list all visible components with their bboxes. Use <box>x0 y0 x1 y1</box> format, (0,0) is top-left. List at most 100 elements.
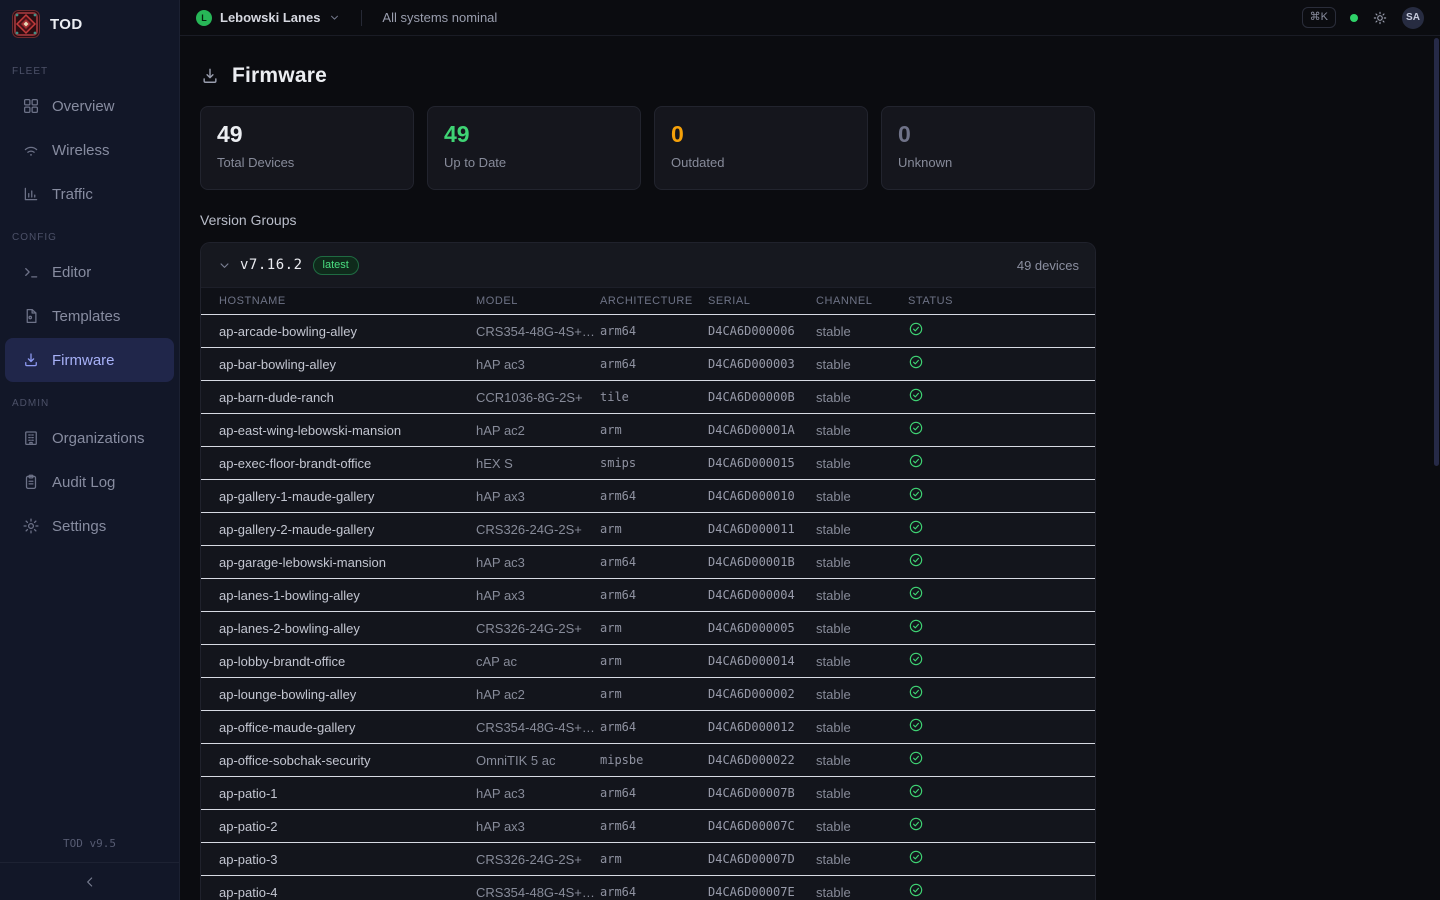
command-palette-shortcut[interactable]: ⌘K <box>1302 7 1336 27</box>
building-icon <box>22 429 40 447</box>
serial-cell: D4CA6D000012 <box>708 720 816 734</box>
sidebar-item-overview[interactable]: Overview <box>5 84 174 128</box>
hostname-cell: ap-patio-3 <box>219 852 476 867</box>
version-group-header[interactable]: v7.16.2 latest 49 devices <box>201 243 1095 287</box>
stat-value: 0 <box>898 122 1078 147</box>
table-row[interactable]: ap-arcade-bowling-alleyCRS354-48G-4S+…ar… <box>201 315 1095 348</box>
logo-row[interactable]: TOD <box>0 0 179 48</box>
status-cell <box>908 882 1095 900</box>
sidebar-item-audit-log[interactable]: Audit Log <box>5 460 174 504</box>
table-row[interactable]: ap-gallery-1-maude-galleryhAP ax3arm64D4… <box>201 480 1095 513</box>
serial-cell: D4CA6D000006 <box>708 324 816 338</box>
chevron-down-icon <box>217 258 232 273</box>
table-row[interactable]: ap-office-maude-galleryCRS354-48G-4S+…ar… <box>201 711 1095 744</box>
scrollbar-thumb[interactable] <box>1434 38 1439 466</box>
column-header-architecture: ARCHITECTURE <box>600 295 708 307</box>
column-header-channel: CHANNEL <box>816 295 908 307</box>
brand-name: TOD <box>50 16 83 33</box>
model-cell: CRS326-24G-2S+ <box>476 852 600 867</box>
status-cell <box>908 486 1095 507</box>
sidebar-item-editor[interactable]: Editor <box>5 250 174 294</box>
sidebar-footer: TOD v9.5 <box>0 837 179 900</box>
sidebar-item-templates[interactable]: Templates <box>5 294 174 338</box>
file-icon <box>22 307 40 325</box>
architecture-cell: mipsbe <box>600 753 708 767</box>
stats-row: 49Total Devices49Up to Date0Outdated0Unk… <box>200 106 1096 190</box>
serial-cell: D4CA6D00007B <box>708 786 816 800</box>
table-row[interactable]: ap-bar-bowling-alleyhAP ac3arm64D4CA6D00… <box>201 348 1095 381</box>
column-header-model: MODEL <box>476 295 600 307</box>
table-row[interactable]: ap-lanes-2-bowling-alleyCRS326-24G-2S+ar… <box>201 612 1095 645</box>
chevron-down-icon <box>328 11 341 24</box>
table-row[interactable]: ap-gallery-2-maude-galleryCRS326-24G-2S+… <box>201 513 1095 546</box>
table-row[interactable]: ap-office-sobchak-securityOmniTIK 5 acmi… <box>201 744 1095 777</box>
user-avatar[interactable]: SA <box>1402 7 1424 29</box>
sidebar-item-firmware[interactable]: Firmware <box>5 338 174 382</box>
hostname-cell: ap-lobby-brandt-office <box>219 654 476 669</box>
check-circle-icon <box>908 420 924 436</box>
architecture-cell: arm <box>600 522 708 536</box>
status-cell <box>908 816 1095 837</box>
channel-cell: stable <box>816 852 908 867</box>
hostname-cell: ap-lanes-1-bowling-alley <box>219 588 476 603</box>
theme-toggle-sun-icon[interactable] <box>1372 10 1388 26</box>
channel-cell: stable <box>816 588 908 603</box>
sidebar-item-organizations[interactable]: Organizations <box>5 416 174 460</box>
table-row[interactable]: ap-lanes-1-bowling-alleyhAP ax3arm64D4CA… <box>201 579 1095 612</box>
status-cell <box>908 453 1095 474</box>
table-row[interactable]: ap-exec-floor-brandt-officehEX SsmipsD4C… <box>201 447 1095 480</box>
section-label: ADMIN <box>0 394 179 416</box>
table-row[interactable]: ap-lobby-brandt-officecAP acarmD4CA6D000… <box>201 645 1095 678</box>
org-switcher[interactable]: L Lebowski Lanes <box>196 10 341 26</box>
sidebar-item-traffic[interactable]: Traffic <box>5 172 174 216</box>
table-row[interactable]: ap-patio-4CRS354-48G-4S+…arm64D4CA6D0000… <box>201 876 1095 900</box>
channel-cell: stable <box>816 786 908 801</box>
status-cell <box>908 717 1095 738</box>
check-circle-icon <box>908 717 924 733</box>
channel-cell: stable <box>816 621 908 636</box>
check-circle-icon <box>908 387 924 403</box>
serial-cell: D4CA6D000011 <box>708 522 816 536</box>
model-cell: OmniTIK 5 ac <box>476 753 600 768</box>
channel-cell: stable <box>816 357 908 372</box>
sidebar-item-label: Wireless <box>52 142 110 159</box>
check-circle-icon <box>908 552 924 568</box>
sidebar-item-wireless[interactable]: Wireless <box>5 128 174 172</box>
hostname-cell: ap-exec-floor-brandt-office <box>219 456 476 471</box>
check-circle-icon <box>908 321 924 337</box>
sidebar-section-fleet: FLEETOverviewWirelessTraffic <box>0 62 179 216</box>
architecture-cell: arm64 <box>600 720 708 734</box>
table-row[interactable]: ap-east-wing-lebowski-mansionhAP ac2armD… <box>201 414 1095 447</box>
architecture-cell: arm64 <box>600 324 708 338</box>
stat-card-outdated: 0Outdated <box>654 106 868 190</box>
table-row[interactable]: ap-lounge-bowling-alleyhAP ac2armD4CA6D0… <box>201 678 1095 711</box>
table-row[interactable]: ap-patio-3CRS326-24G-2S+armD4CA6D00007Ds… <box>201 843 1095 876</box>
page-title: Firmware <box>232 64 327 88</box>
serial-cell: D4CA6D000015 <box>708 456 816 470</box>
version-group-card: v7.16.2 latest 49 devices HOSTNAMEMODELA… <box>200 242 1096 900</box>
scrollbar-track[interactable] <box>1432 37 1440 900</box>
status-cell <box>908 387 1095 408</box>
sidebar-item-settings[interactable]: Settings <box>5 504 174 548</box>
serial-cell: D4CA6D00001B <box>708 555 816 569</box>
table-row[interactable]: ap-patio-1hAP ac3arm64D4CA6D00007Bstable <box>201 777 1095 810</box>
architecture-cell: arm64 <box>600 786 708 800</box>
table-row[interactable]: ap-garage-lebowski-mansionhAP ac3arm64D4… <box>201 546 1095 579</box>
check-circle-icon <box>908 585 924 601</box>
stat-value: 49 <box>217 122 397 147</box>
model-cell: hAP ac3 <box>476 555 600 570</box>
sidebar-item-label: Templates <box>52 308 120 325</box>
sidebar-collapse-button[interactable] <box>0 862 179 900</box>
channel-cell: stable <box>816 522 908 537</box>
download-icon <box>22 351 40 369</box>
architecture-cell: arm64 <box>600 489 708 503</box>
sidebar-item-label: Organizations <box>52 430 145 447</box>
table-row[interactable]: ap-barn-dude-ranchCCR1036-8G-2S+tileD4CA… <box>201 381 1095 414</box>
chart-icon <box>22 185 40 203</box>
sidebar-section-admin: ADMIN Organizations Audit LogSettings <box>0 394 179 548</box>
model-cell: CRS326-24G-2S+ <box>476 522 600 537</box>
hostname-cell: ap-patio-4 <box>219 885 476 900</box>
table-row[interactable]: ap-patio-2hAP ax3arm64D4CA6D00007Cstable <box>201 810 1095 843</box>
check-circle-icon <box>908 519 924 535</box>
status-cell <box>908 420 1095 441</box>
